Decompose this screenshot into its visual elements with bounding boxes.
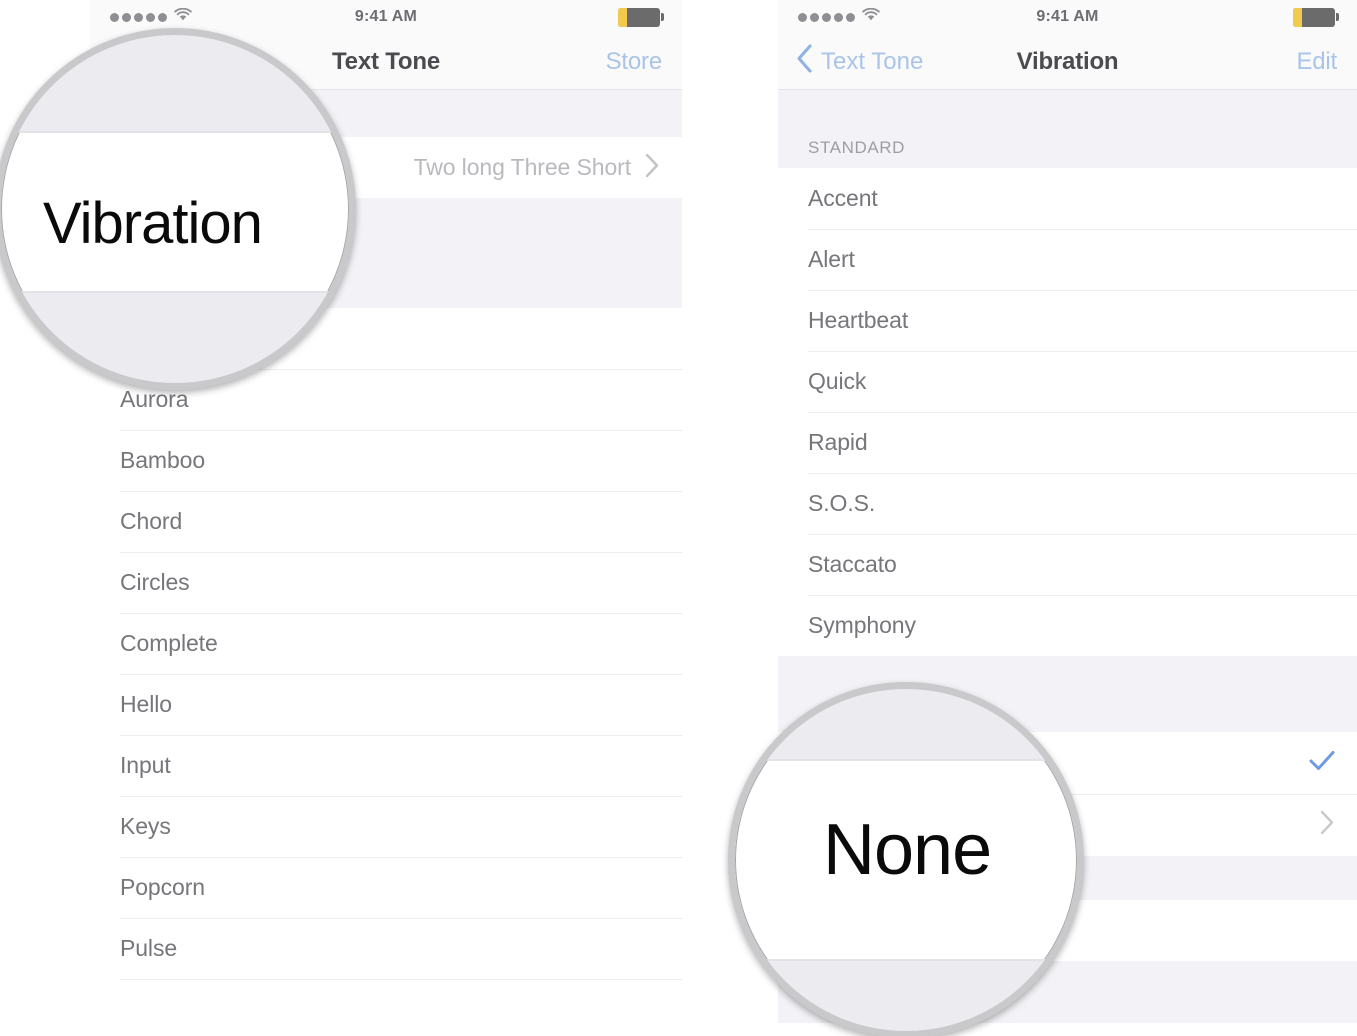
page-title: Vibration — [1016, 47, 1119, 75]
list-item[interactable]: Hello — [90, 674, 682, 735]
status-bar-clock: 9:41 AM — [354, 8, 418, 25]
row-label-pulse: Pulse — [120, 935, 178, 961]
list-item[interactable]: Chord — [90, 491, 682, 552]
list-item[interactable]: Complete — [90, 613, 682, 674]
row-label-popcorn: Popcorn — [120, 874, 205, 900]
list-item[interactable]: S.O.S. — [778, 473, 1357, 534]
chevron-right-icon — [645, 153, 660, 183]
status-bar-right: 9:41 AM — [778, 0, 1357, 34]
list-item[interactable]: Symphony — [778, 595, 1357, 656]
row-label-hello: Hello — [120, 691, 172, 717]
row-label-rapid: Rapid — [808, 429, 868, 455]
list-item[interactable]: Circles — [90, 552, 682, 613]
list-item[interactable]: Keys — [90, 796, 682, 857]
row-label-alert: Alert — [808, 246, 855, 272]
list-item — [90, 979, 682, 993]
row-label-bamboo: Bamboo — [120, 447, 206, 473]
list-item[interactable]: Bamboo — [90, 430, 682, 491]
status-bar-clock: 9:41 AM — [1036, 8, 1099, 25]
row-label-complete: Complete — [120, 630, 218, 656]
checkmark-icon — [1309, 750, 1335, 776]
none-loupe: None — [728, 682, 1084, 1036]
row-label-heartbeat: Heartbeat — [808, 307, 909, 333]
list-item[interactable]: Accent — [778, 168, 1357, 229]
none-loupe-text: None — [823, 810, 992, 890]
list-item[interactable]: Rapid — [778, 412, 1357, 473]
vibration-loupe: Vibration — [0, 28, 356, 390]
row-label-symphony: Symphony — [808, 612, 916, 638]
list-item[interactable]: Input — [90, 735, 682, 796]
chevron-right-icon — [1320, 810, 1335, 840]
list-item[interactable]: Staccato — [778, 534, 1357, 595]
battery-icon — [618, 7, 664, 27]
row-label-quick: Quick — [808, 368, 867, 394]
list-item[interactable]: Quick — [778, 351, 1357, 412]
row-label-staccato: Staccato — [808, 551, 897, 577]
edit-button[interactable]: Edit — [1296, 48, 1337, 76]
row-label-keys: Keys — [120, 813, 171, 839]
screenshot-stage: 9:41 AM Text Tone Store Vibration Two lo… — [0, 0, 1357, 1036]
row-label-input: Input — [120, 752, 171, 778]
nav-bar-right: Text Tone Vibration Edit — [778, 34, 1357, 90]
vibration-loupe-text: Vibration — [43, 191, 263, 256]
row-label-accent: Accent — [808, 185, 878, 211]
store-button[interactable]: Store — [606, 48, 663, 76]
list-item[interactable]: Pulse — [90, 918, 682, 979]
row-label-sos: S.O.S. — [808, 490, 876, 516]
row-label-aurora: Aurora — [120, 386, 189, 412]
row-label-chord: Chord — [120, 508, 183, 534]
list-item[interactable]: Alert — [778, 229, 1357, 290]
battery-icon — [1293, 7, 1339, 27]
list-item[interactable]: Heartbeat — [778, 290, 1357, 351]
row-vibration-value: Two long Three Short — [413, 154, 632, 180]
section-header-standard: STANDARD — [778, 125, 1357, 168]
row-label-circles: Circles — [120, 569, 190, 595]
section-gap — [778, 90, 1357, 125]
list-item[interactable]: Popcorn — [90, 857, 682, 918]
